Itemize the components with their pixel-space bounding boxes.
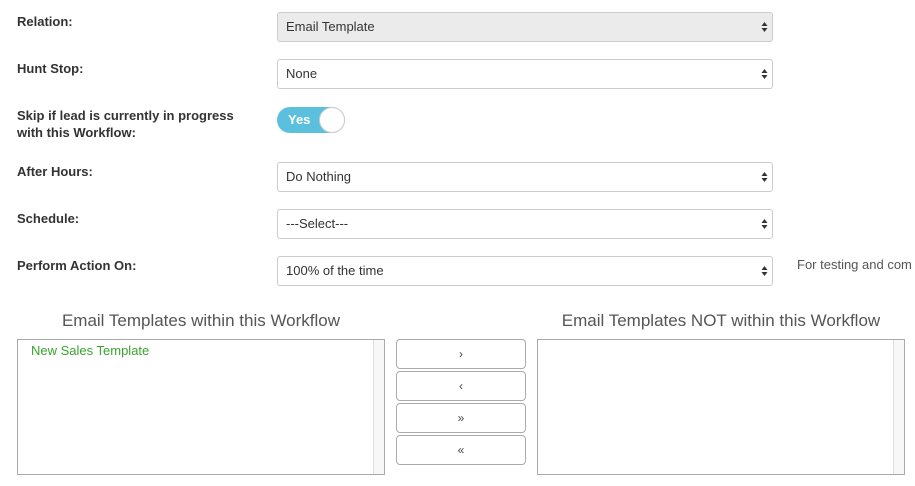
hunt-stop-label: Hunt Stop:	[17, 61, 84, 76]
toggle-knob	[319, 107, 345, 133]
relation-label: Relation:	[17, 14, 73, 29]
list-item[interactable]: New Sales Template	[31, 343, 149, 358]
after-hours-label: After Hours:	[17, 164, 93, 179]
select-arrows-icon	[761, 219, 768, 229]
within-listbox-scrollbar[interactable]	[373, 340, 384, 474]
after-hours-select-value: Do Nothing	[286, 169, 352, 184]
hunt-stop-select-value: None	[286, 66, 318, 81]
perform-action-select[interactable]: 100% of the time	[277, 256, 773, 286]
move-selected-right-button[interactable]: ›	[396, 339, 526, 369]
hunt-stop-select[interactable]: None	[277, 59, 773, 89]
skip-lead-label-line1: Skip if lead is currently in progress	[17, 108, 234, 123]
schedule-select-value: ---Select---	[286, 216, 349, 231]
perform-action-label: Perform Action On:	[17, 258, 137, 273]
within-listbox[interactable]: New Sales Template	[17, 339, 385, 475]
schedule-label: Schedule:	[17, 211, 80, 226]
move-all-left-button[interactable]: «	[396, 435, 526, 465]
after-hours-select[interactable]: Do Nothing	[277, 162, 773, 192]
toggle-on-label: Yes	[288, 112, 311, 127]
select-arrows-icon	[761, 266, 768, 276]
perform-action-select-value: 100% of the time	[286, 263, 384, 278]
within-list-title: Email Templates within this Workflow	[61, 311, 341, 330]
select-arrows-icon	[761, 22, 768, 32]
perform-action-hint: For testing and com	[797, 257, 912, 272]
not-within-listbox[interactable]	[537, 339, 905, 475]
move-selected-left-button[interactable]: ‹	[396, 371, 526, 401]
schedule-select[interactable]: ---Select---	[277, 209, 773, 239]
relation-select-value: Email Template	[286, 19, 375, 34]
not-within-list-title: Email Templates NOT within this Workflow	[561, 311, 881, 330]
skip-lead-label: Skip if lead is currently in progress wi…	[17, 107, 234, 141]
select-arrows-icon	[761, 172, 768, 182]
select-arrows-icon	[761, 69, 768, 79]
skip-lead-toggle[interactable]: Yes	[277, 107, 345, 133]
move-all-right-button[interactable]: »	[396, 403, 526, 433]
skip-lead-label-line2: with this Workflow:	[17, 125, 136, 140]
relation-select[interactable]: Email Template	[277, 12, 773, 42]
not-within-listbox-scrollbar[interactable]	[893, 340, 904, 474]
